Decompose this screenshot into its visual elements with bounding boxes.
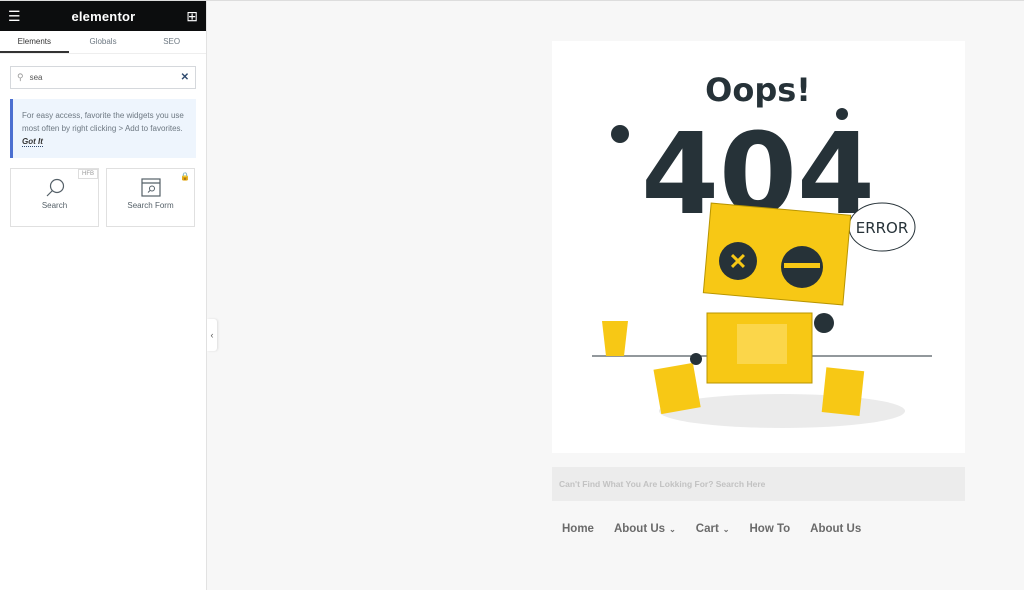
widget-search[interactable]: HFB Search (10, 168, 99, 227)
tab-seo[interactable]: SEO (137, 31, 206, 53)
nav-about-us-dropdown[interactable]: About Us ⌄ (614, 523, 676, 535)
404-illustration: Oops! 404 ERROR ✕ (552, 41, 965, 453)
lock-icon: 🔒 (180, 172, 190, 181)
hfb-badge: HFB (78, 169, 98, 179)
widget-label: Search (41, 201, 68, 210)
clear-search-icon[interactable]: ✕ (181, 72, 189, 83)
widget-search-input[interactable]: ⚲ sea ✕ (10, 66, 196, 89)
oops-text: Oops! (705, 71, 811, 109)
search-value[interactable]: sea (30, 73, 181, 82)
favorites-tip: For easy access, favorite the widgets yo… (10, 99, 196, 158)
site-search-input[interactable]: Can't Find What You Are Lokking For? Sea… (552, 467, 965, 501)
nav-cart-dropdown[interactable]: Cart ⌄ (696, 523, 730, 535)
chevron-down-icon: ⌄ (722, 525, 730, 534)
panel-header: ☰ elementor ⊞ (0, 1, 206, 31)
panel-tabs: Elements Globals SEO (0, 31, 206, 54)
nav-label: About Us (613, 523, 666, 535)
svg-text:✕: ✕ (729, 249, 747, 274)
site-navigation: Home About Us ⌄ Cart ⌄ How To About Us (562, 523, 861, 535)
nav-home[interactable]: Home (562, 523, 594, 535)
widget-grid: HFB Search 🔒 Search Form (10, 168, 196, 227)
nav-label: About Us (810, 523, 862, 535)
chevron-down-icon: ⌄ (669, 525, 676, 534)
widget-label: Search Form (127, 201, 174, 210)
got-it-link[interactable]: Got It (22, 137, 43, 147)
magnifier-icon (11, 177, 98, 201)
error-text: ERROR (856, 219, 909, 237)
collapse-panel-button[interactable]: ‹ (207, 319, 217, 351)
widget-search-form[interactable]: 🔒 Search Form (106, 168, 195, 227)
tip-text: For easy access, favorite the widgets yo… (22, 111, 184, 133)
search-icon: ⚲ (17, 72, 24, 82)
elementor-logo: elementor (71, 8, 136, 24)
nav-about-us[interactable]: About Us (810, 523, 861, 535)
nav-label: How To (749, 523, 791, 535)
tab-elements[interactable]: Elements (0, 31, 69, 53)
elementor-panel: ☰ elementor ⊞ Elements Globals SEO ⚲ sea… (0, 1, 207, 590)
nav-label: Cart (695, 523, 719, 535)
nav-label: Home (562, 523, 594, 535)
hamburger-menu-icon[interactable]: ☰ (8, 8, 21, 25)
apps-grid-icon[interactable]: ⊞ (186, 8, 198, 25)
nav-how-to[interactable]: How To (749, 523, 790, 535)
tab-globals[interactable]: Globals (69, 31, 138, 53)
